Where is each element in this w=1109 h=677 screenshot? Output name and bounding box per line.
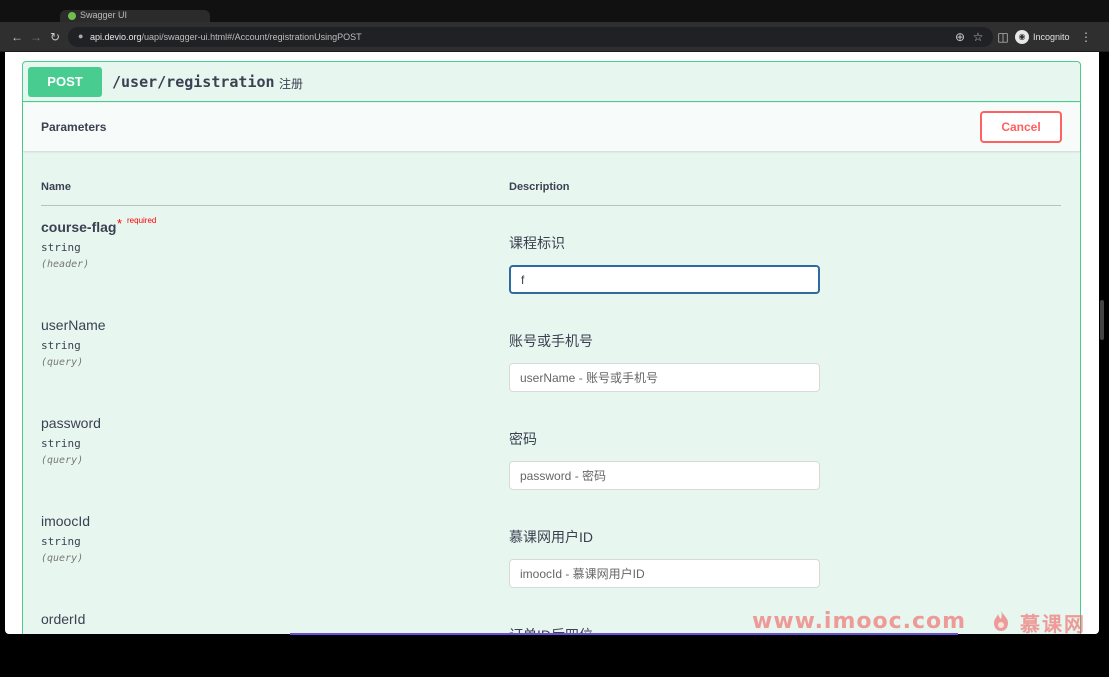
browser-toolbar: ← → ↻ ● api.devio.org/uapi/swagger-ui.ht…	[0, 22, 1109, 52]
flame-logo-icon	[994, 611, 1008, 631]
parameter-location: (header)	[41, 259, 90, 270]
parameter-name: password	[41, 415, 101, 431]
forward-icon[interactable]: →	[28, 29, 44, 45]
parameter-location: (query)	[41, 553, 84, 564]
parameter-type: string	[41, 339, 81, 352]
operation-block: POST /user/registration 注册 Parameters Ca…	[22, 61, 1081, 634]
endpoint-summary: 注册	[279, 77, 304, 91]
reload-icon[interactable]: ↻	[47, 29, 63, 45]
parameter-location: (query)	[41, 455, 84, 466]
endpoint-path: /user/registration	[112, 73, 275, 91]
password-input[interactable]	[509, 461, 820, 490]
parameter-description: 密码	[509, 431, 537, 447]
operation-summary[interactable]: POST /user/registration 注册	[23, 62, 1080, 102]
parameter-row-password: password string (query) 密码	[41, 415, 1061, 513]
required-label: required	[127, 216, 157, 225]
parameter-type: string	[41, 437, 81, 450]
swagger-favicon-icon	[68, 12, 76, 20]
incognito-indicator[interactable]: ◉ Incognito	[1015, 29, 1070, 45]
parameters-title: Parameters	[41, 120, 107, 134]
parameter-description: 慕课网用户ID	[509, 529, 593, 545]
required-marker: *	[117, 216, 123, 231]
zoom-icon[interactable]: ⊕	[952, 29, 968, 45]
star-icon[interactable]: ☆	[970, 29, 986, 45]
tab-title: Swagger UI	[80, 10, 128, 20]
sidepanel-icon[interactable]: ◫	[995, 29, 1011, 45]
imoocid-input[interactable]	[509, 559, 820, 588]
parameter-name: orderId	[41, 611, 86, 627]
parameter-row-imoocid: imoocId string (query) 慕课网用户ID	[41, 513, 1061, 611]
parameter-row-username: userName string (query) 账号或手机号	[41, 317, 1061, 415]
url-text: api.devio.org/uapi/swagger-ui.html#/Acco…	[90, 30, 362, 44]
parameter-description: 账号或手机号	[509, 333, 593, 349]
parameter-type: string	[41, 535, 81, 548]
header-divider	[41, 205, 1061, 206]
bottom-bar	[0, 634, 1109, 677]
watermark-logo: 慕课网	[990, 607, 1100, 636]
incognito-label: Incognito	[1033, 32, 1070, 42]
parameter-location: (query)	[41, 357, 84, 368]
column-description-header: Description	[509, 181, 570, 193]
column-name-header: Name	[41, 181, 71, 193]
address-bar[interactable]: ● api.devio.org/uapi/swagger-ui.html#/Ac…	[68, 27, 993, 47]
menu-icon[interactable]: ⋮	[1078, 29, 1094, 45]
scrollbar[interactable]	[1100, 300, 1104, 340]
tab-strip: Swagger UI	[0, 0, 1109, 22]
watermark-url: www.imooc.com	[752, 609, 967, 634]
screen: Swagger UI ← → ↻ ● api.devio.org/uapi/sw…	[0, 0, 1109, 677]
cancel-button[interactable]: Cancel	[980, 111, 1062, 143]
parameter-description: 课程标识	[509, 235, 565, 251]
lock-icon: ●	[78, 31, 84, 41]
parameters-header: Parameters Cancel	[23, 103, 1080, 151]
username-input[interactable]	[509, 363, 820, 392]
parameter-type: string	[41, 241, 81, 254]
page-viewport: POST /user/registration 注册 Parameters Ca…	[5, 52, 1099, 634]
browser-tab[interactable]: Swagger UI	[60, 10, 210, 22]
url-path: /uapi/swagger-ui.html#/Account/registrat…	[141, 32, 362, 42]
parameter-name: imoocId	[41, 513, 91, 529]
incognito-icon: ◉	[1015, 30, 1029, 44]
parameter-row-course-flag: course-flag * required string (header) 课…	[41, 216, 1061, 317]
method-badge: POST	[28, 67, 102, 97]
url-host: api.devio.org	[90, 32, 142, 42]
course-flag-input[interactable]	[509, 265, 820, 294]
watermark-logo-text: 慕课网	[1020, 612, 1086, 636]
parameter-name: userName	[41, 317, 106, 333]
back-icon[interactable]: ←	[9, 29, 25, 45]
parameter-name: course-flag	[41, 219, 117, 235]
